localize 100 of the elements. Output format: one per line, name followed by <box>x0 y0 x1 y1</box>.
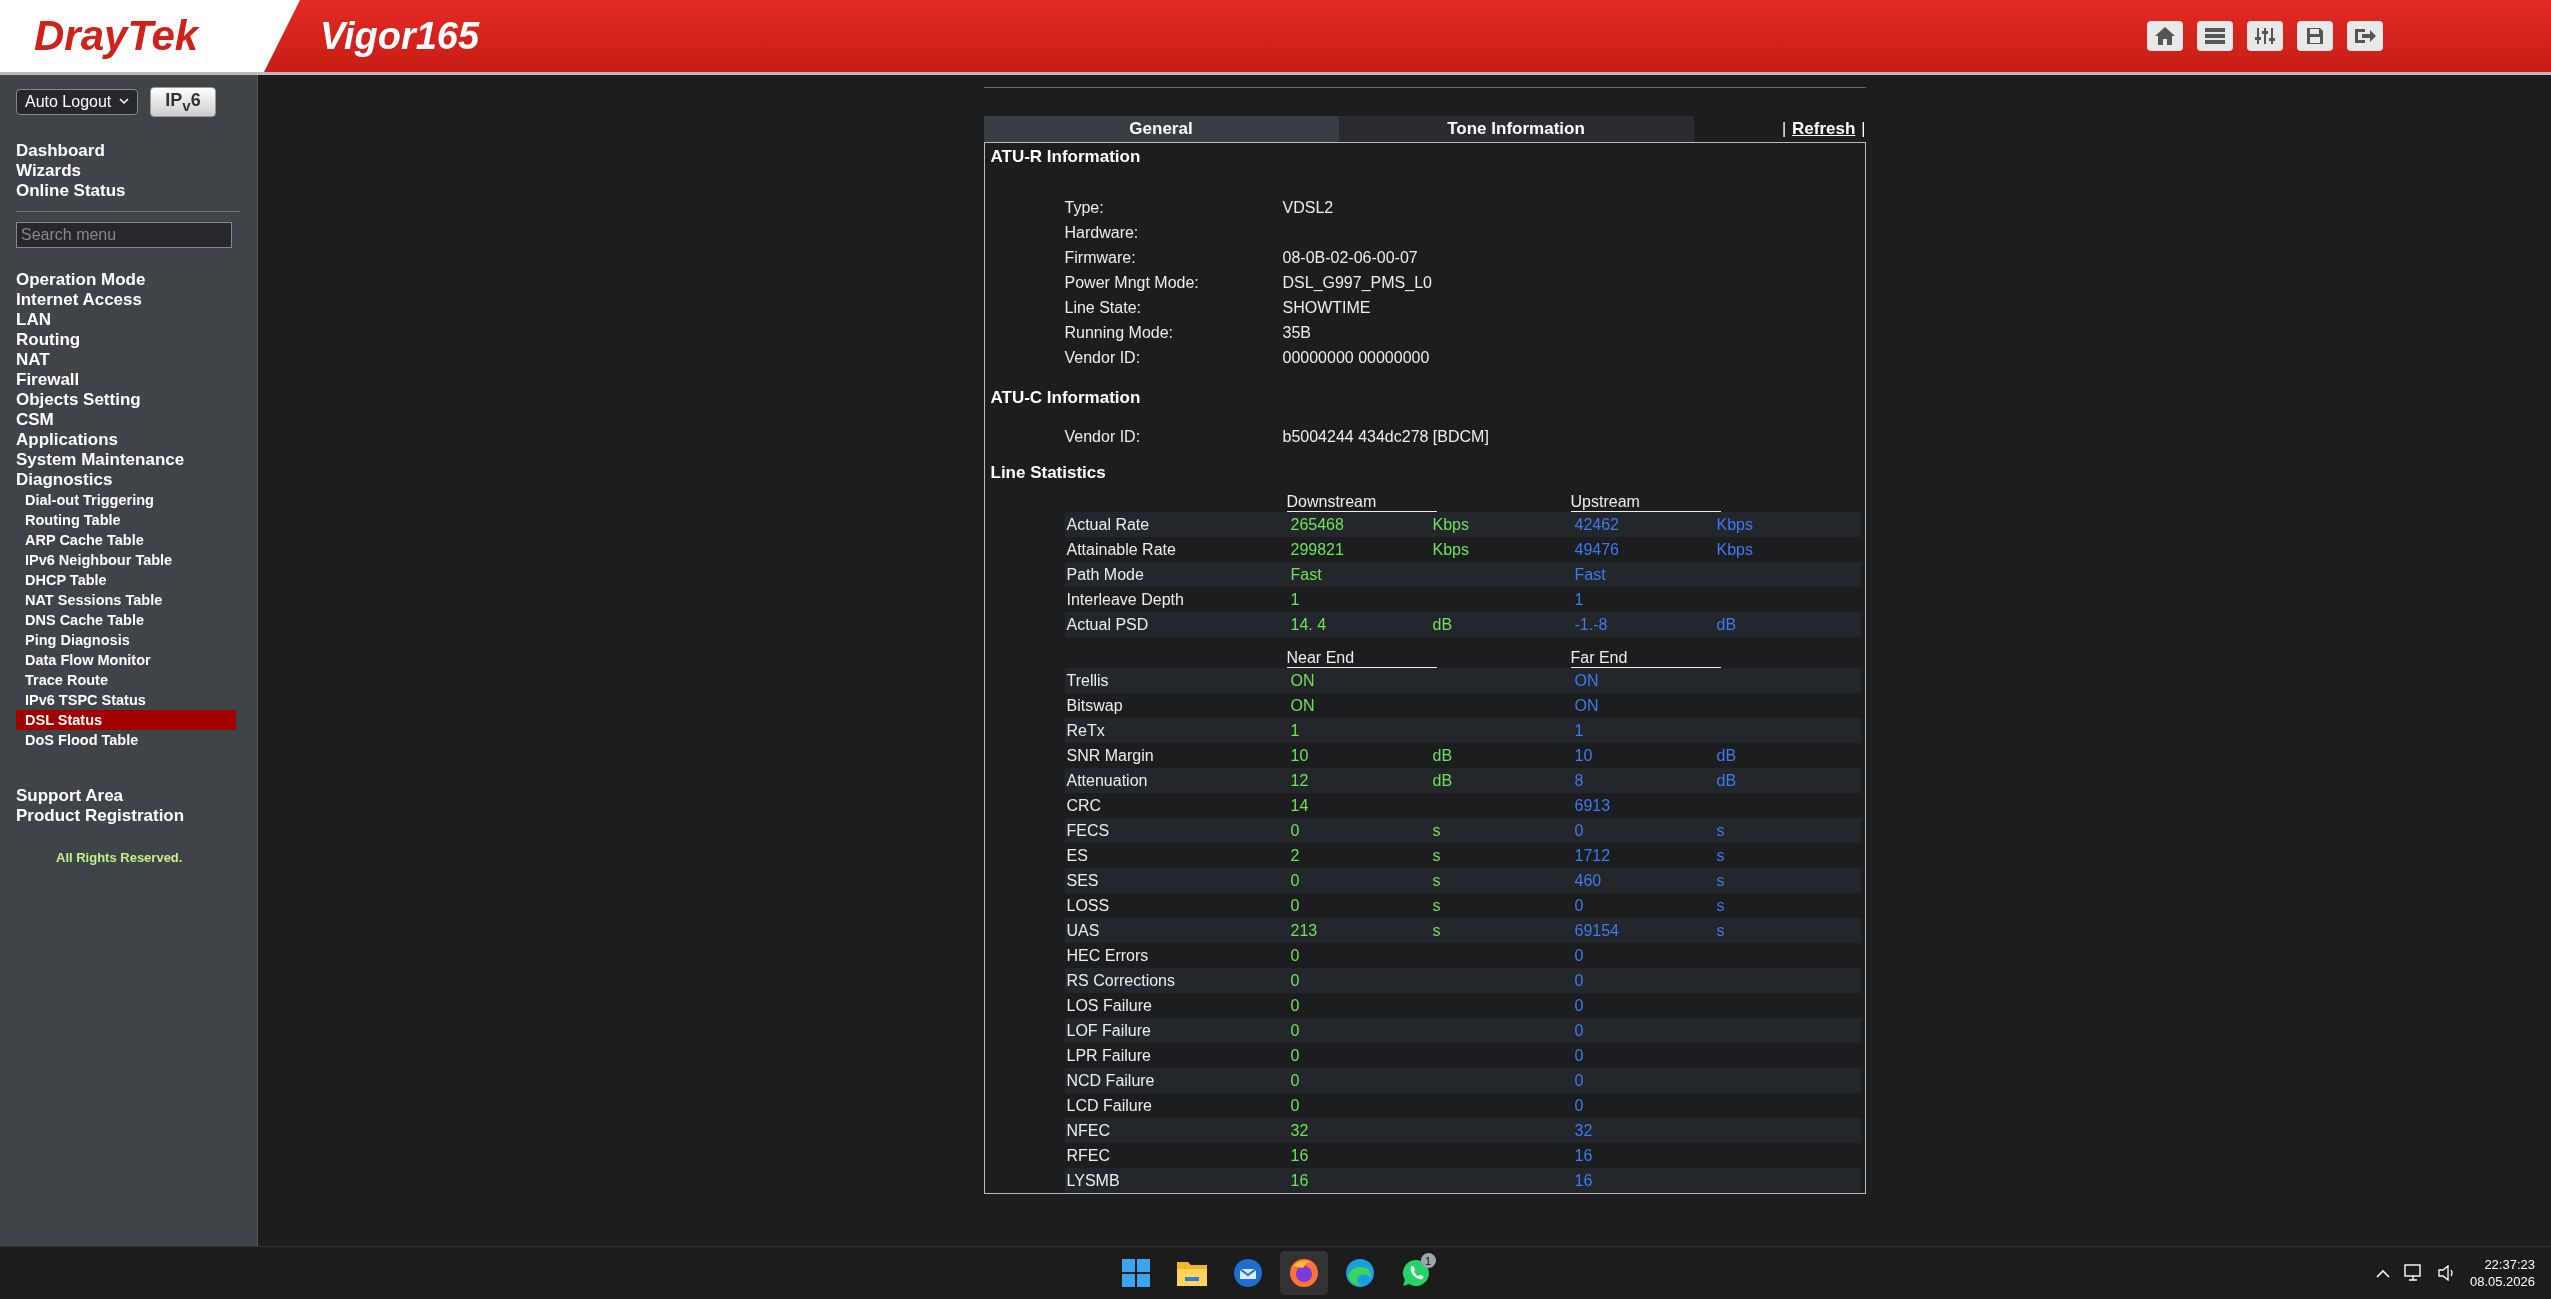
field-label: Firmware: <box>1064 248 1137 267</box>
submenu-link[interactable]: DSL Status <box>16 709 236 730</box>
menu-link[interactable]: Objects Setting <box>16 389 236 410</box>
chevron-up-icon[interactable] <box>2375 1268 2390 1278</box>
unit-label: Kbps <box>1432 540 1470 559</box>
sliders-icon <box>2254 27 2276 45</box>
downstream-value: 0 <box>1290 1046 1301 1065</box>
save-button[interactable] <box>2297 21 2333 51</box>
refresh-link[interactable]: Refresh <box>1792 119 1856 139</box>
sliders-button[interactable] <box>2247 21 2283 51</box>
stat-label: ReTx <box>1066 721 1106 740</box>
unit-label: dB <box>1432 746 1454 765</box>
menu-link[interactable]: Applications <box>16 429 236 450</box>
stat-label: UAS <box>1066 921 1101 940</box>
menu-link[interactable]: Diagnostics <box>16 469 236 490</box>
submenu-link[interactable]: DHCP Table <box>16 569 236 590</box>
list-button[interactable] <box>2197 21 2233 51</box>
logout-icon <box>2353 27 2377 45</box>
unit-label: s <box>1716 921 1726 940</box>
submenu-link[interactable]: IPv6 TSPC Status <box>16 689 236 710</box>
clock-date: 08.05.2026 <box>2469 1273 2535 1290</box>
menu-link[interactable]: Internet Access <box>16 289 236 310</box>
stat-label: RS Corrections <box>1066 971 1176 990</box>
downstream-value: 14 <box>1290 796 1310 815</box>
fox-browser-icon <box>1288 1258 1319 1288</box>
taskbar-app-button[interactable] <box>1279 1251 1328 1295</box>
upstream-value: 8 <box>1574 771 1585 790</box>
submenu-link[interactable]: DoS Flood Table <box>16 729 236 750</box>
downstream-value: 1 <box>1290 590 1301 609</box>
unit-label: Kbps <box>1432 515 1470 534</box>
menu-link[interactable]: Wizards <box>16 160 236 181</box>
submenu-link[interactable]: Ping Diagnosis <box>16 629 236 650</box>
submenu-link[interactable]: Dial-out Triggering <box>16 489 236 510</box>
home-icon <box>2154 26 2176 46</box>
upstream-value: 16 <box>1574 1146 1594 1165</box>
save-icon <box>2305 26 2325 46</box>
upstream-value: 49476 <box>1574 540 1620 559</box>
upstream-value: 0 <box>1574 1046 1585 1065</box>
submenu-link[interactable]: NAT Sessions Table <box>16 589 236 610</box>
field-value: DSL_G997_PMS_L0 <box>1282 273 1433 292</box>
volume-icon[interactable] <box>2437 1265 2456 1281</box>
wave-browser-icon <box>1344 1258 1375 1288</box>
caret-icon <box>119 98 130 106</box>
downstream-value: 1 <box>1290 721 1301 740</box>
downstream-value: 16 <box>1290 1146 1310 1165</box>
upstream-value: 1712 <box>1574 846 1612 865</box>
downstream-value: 0 <box>1290 971 1301 990</box>
downstream-value: 0 <box>1290 1021 1301 1040</box>
auto-logout-select[interactable]: Auto Logout <box>16 88 139 115</box>
upstream-value: 0 <box>1574 1021 1585 1040</box>
windows-icon <box>1121 1259 1150 1287</box>
field-value: b5004244 434dc278 [BDCM] <box>1282 427 1490 446</box>
menu-link[interactable]: Product Registration <box>16 805 236 826</box>
menu-link[interactable]: Operation Mode <box>16 269 236 290</box>
menu-link[interactable]: Support Area <box>16 785 236 806</box>
logout-button[interactable] <box>2347 21 2383 51</box>
tab[interactable]: Tone Information <box>1338 116 1694 142</box>
upstream-value: 16 <box>1574 1171 1594 1190</box>
ipv6-button[interactable]: IP$_{v}$6 <box>150 87 216 117</box>
upstream-value: 0 <box>1574 1071 1585 1090</box>
downstream-value: 10 <box>1290 746 1310 765</box>
brand-logo: DrayTek <box>0 0 300 72</box>
upstream-value: 0 <box>1574 971 1585 990</box>
list-icon <box>2204 27 2226 45</box>
submenu-link[interactable]: Trace Route <box>16 669 236 690</box>
divider-mark: | <box>1781 120 1787 138</box>
network-icon[interactable] <box>2403 1264 2424 1282</box>
downstream-value: 299821 <box>1290 540 1345 559</box>
folder-icon <box>1176 1260 1207 1286</box>
stat-label: Attenuation <box>1066 771 1149 790</box>
stat-label: Actual Rate <box>1066 515 1151 534</box>
unit-label: Kbps <box>1716 515 1754 534</box>
unit-label: Kbps <box>1716 540 1754 559</box>
stat-label: SES <box>1066 871 1100 890</box>
menu-link[interactable]: Online Status <box>16 180 236 201</box>
menu-link[interactable]: Firewall <box>16 369 236 390</box>
submenu-link[interactable]: DNS Cache Table <box>16 609 236 630</box>
menu-link[interactable]: NAT <box>16 349 236 370</box>
unit-label: dB <box>1716 771 1738 790</box>
submenu-link[interactable]: ARP Cache Table <box>16 529 236 550</box>
field-label: Power Mngt Mode: <box>1064 273 1200 292</box>
stat-label: LCD Failure <box>1066 1096 1153 1115</box>
section-title: ATU-R Information <box>990 147 1142 168</box>
divider-mark: | <box>1861 120 1866 138</box>
upstream-value: 460 <box>1574 871 1603 890</box>
submenu-link[interactable]: Routing Table <box>16 509 236 530</box>
submenu-link[interactable]: Data Flow Monitor <box>16 649 236 670</box>
menu-link[interactable]: Routing <box>16 329 236 350</box>
home-button[interactable] <box>2147 21 2183 51</box>
tab[interactable]: General <box>983 116 1339 142</box>
menu-link[interactable]: CSM <box>16 409 236 430</box>
unit-label: dB <box>1716 615 1738 634</box>
field-label: Vendor ID: <box>1064 348 1142 367</box>
submenu-link[interactable]: IPv6 Neighbour Table <box>16 549 236 570</box>
menu-link[interactable]: LAN <box>16 309 236 330</box>
search-field[interactable]: Search menu <box>16 221 232 248</box>
menu-link[interactable]: Dashboard <box>16 140 236 161</box>
menu-link[interactable]: System Maintenance <box>16 449 236 470</box>
taskbar-app-button[interactable]: 1 <box>1391 1251 1440 1295</box>
downstream-value: 0 <box>1290 821 1301 840</box>
